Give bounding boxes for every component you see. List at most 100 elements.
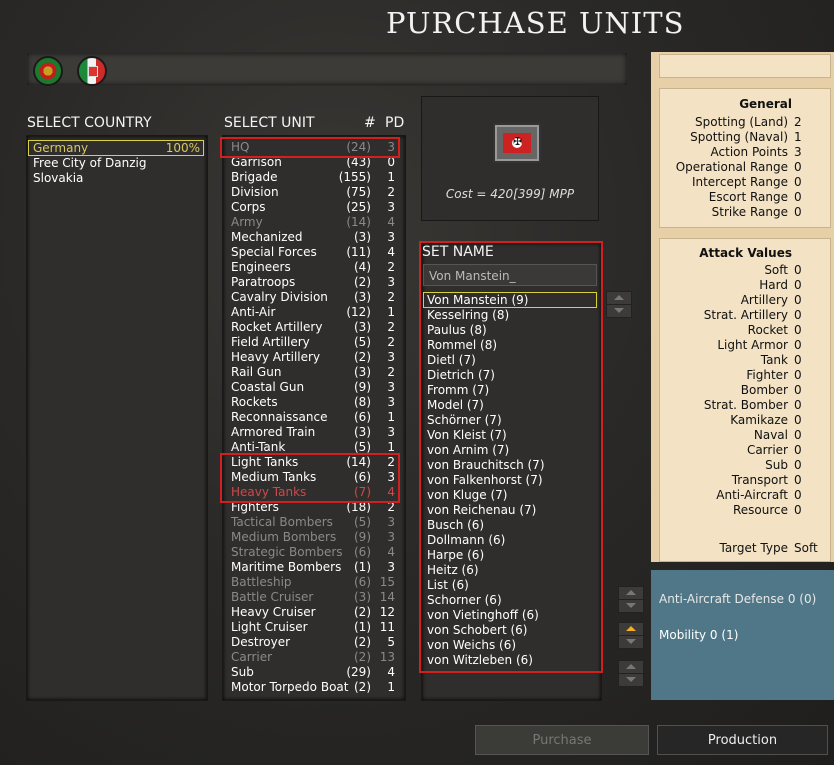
unit-pd: 1 bbox=[387, 305, 395, 319]
name-item[interactable]: Dollmann (6) bbox=[427, 533, 505, 548]
unit-name: Rockets bbox=[231, 395, 278, 409]
name-item[interactable]: Dietl (7) bbox=[427, 353, 476, 368]
unit-pd: 3 bbox=[387, 530, 395, 544]
unit-row[interactable]: Army (14) 4 bbox=[223, 215, 403, 230]
name-item[interactable]: Heitz (6) bbox=[427, 563, 479, 578]
unit-row[interactable]: Corps (25) 3 bbox=[223, 200, 403, 215]
unit-row[interactable]: Engineers (4) 2 bbox=[223, 260, 403, 275]
name-item[interactable]: Fromm (7) bbox=[427, 383, 489, 398]
general-label: Escort Range bbox=[708, 190, 788, 204]
unit-row[interactable]: Heavy Artillery (2) 3 bbox=[223, 350, 403, 365]
name-scroll-down-button[interactable] bbox=[606, 304, 632, 318]
unit-row[interactable]: Mechanized (3) 3 bbox=[223, 230, 403, 245]
hq-highlight-box bbox=[220, 137, 400, 158]
name-item[interactable]: Von Kleist (7) bbox=[427, 428, 507, 443]
unit-row[interactable]: Light Cruiser (1) 11 bbox=[223, 620, 403, 635]
unit-name: Destroyer bbox=[231, 635, 291, 649]
unit-row[interactable]: Rocket Artillery (3) 2 bbox=[223, 320, 403, 335]
unit-pd: 1 bbox=[387, 680, 395, 694]
list-up-button[interactable] bbox=[618, 660, 644, 674]
production-button[interactable]: Production bbox=[657, 725, 828, 755]
unit-name: Paratroops bbox=[231, 275, 296, 289]
attack-title: Attack Values bbox=[699, 246, 792, 260]
scroll-down-button[interactable] bbox=[618, 599, 644, 613]
name-item[interactable]: Schörner (7) bbox=[427, 413, 502, 428]
unit-row[interactable]: Reconnaissance (6) 1 bbox=[223, 410, 403, 425]
unit-row[interactable]: Cavalry Division (3) 2 bbox=[223, 290, 403, 305]
name-item[interactable]: Von Manstein (9) bbox=[427, 293, 528, 308]
unit-count: (2) bbox=[354, 650, 371, 664]
unit-row[interactable]: Carrier (2) 13 bbox=[223, 650, 403, 665]
country-item[interactable]: Slovakia bbox=[27, 171, 205, 186]
unit-row[interactable]: Division (75) 2 bbox=[223, 185, 403, 200]
attack-value: 0 bbox=[794, 383, 802, 397]
name-item[interactable]: Kesselring (8) bbox=[427, 308, 509, 323]
unit-row[interactable]: Strategic Bombers (6) 4 bbox=[223, 545, 403, 560]
unit-count: (29) bbox=[346, 665, 371, 679]
name-item[interactable]: von Witzleben (6) bbox=[427, 653, 533, 668]
attack-label: Sub bbox=[765, 458, 788, 472]
unit-row[interactable]: Tactical Bombers (5) 3 bbox=[223, 515, 403, 530]
page-up-button[interactable] bbox=[618, 622, 644, 636]
portugal-flag-icon[interactable] bbox=[33, 56, 63, 86]
unit-row[interactable]: Battleship (6) 15 bbox=[223, 575, 403, 590]
italy-flag-icon[interactable] bbox=[77, 56, 107, 86]
name-item[interactable]: von Brauchitsch (7) bbox=[427, 458, 545, 473]
country-name: Germany bbox=[33, 141, 89, 155]
general-label: Spotting (Naval) bbox=[690, 130, 788, 144]
unit-row[interactable]: Special Forces (11) 4 bbox=[223, 245, 403, 260]
name-item[interactable]: Busch (6) bbox=[427, 518, 484, 533]
set-name-input[interactable]: Von Manstein_ bbox=[423, 264, 597, 286]
name-item[interactable]: von Reichenau (7) bbox=[427, 503, 536, 518]
unit-row[interactable]: Medium Bombers (9) 3 bbox=[223, 530, 403, 545]
name-item[interactable]: von Weichs (6) bbox=[427, 638, 516, 653]
unit-pd: 5 bbox=[387, 635, 395, 649]
unit-pd: 12 bbox=[379, 605, 395, 619]
unit-row[interactable]: Sub (29) 4 bbox=[223, 665, 403, 680]
name-item[interactable]: von Falkenhorst (7) bbox=[427, 473, 543, 488]
name-item[interactable]: von Kluge (7) bbox=[427, 488, 507, 503]
country-item[interactable]: Free City of Danzig bbox=[27, 156, 205, 171]
attack-value: 0 bbox=[794, 338, 802, 352]
name-item[interactable]: Harpe (6) bbox=[427, 548, 484, 563]
unit-row[interactable]: Coastal Gun (9) 3 bbox=[223, 380, 403, 395]
name-scroll-up-button[interactable] bbox=[606, 291, 632, 305]
unit-count: (3) bbox=[354, 230, 371, 244]
name-item[interactable]: Dietrich (7) bbox=[427, 368, 495, 383]
unit-row[interactable]: Rockets (8) 3 bbox=[223, 395, 403, 410]
attack-value: 0 bbox=[794, 398, 802, 412]
country-item[interactable]: Germany 100% bbox=[27, 141, 205, 156]
unit-row[interactable]: Heavy Cruiser (2) 12 bbox=[223, 605, 403, 620]
unit-row[interactable]: Field Artillery (5) 2 bbox=[223, 335, 403, 350]
name-item[interactable]: Schorner (6) bbox=[427, 593, 502, 608]
general-value: 2 bbox=[794, 115, 802, 129]
name-item[interactable]: von Arnim (7) bbox=[427, 443, 509, 458]
attack-label: Kamikaze bbox=[730, 413, 788, 427]
scroll-up-button[interactable] bbox=[618, 586, 644, 600]
name-item[interactable]: List (6) bbox=[427, 578, 469, 593]
unit-name: Heavy Artillery bbox=[231, 350, 321, 364]
unit-row[interactable]: Armored Train (3) 3 bbox=[223, 425, 403, 440]
name-item[interactable]: Rommel (8) bbox=[427, 338, 497, 353]
name-item[interactable]: Paulus (8) bbox=[427, 323, 487, 338]
general-label: Intercept Range bbox=[691, 175, 788, 189]
unit-row[interactable]: Rail Gun (3) 2 bbox=[223, 365, 403, 380]
unit-row[interactable]: Destroyer (2) 5 bbox=[223, 635, 403, 650]
unit-pd: 3 bbox=[387, 560, 395, 574]
unit-row[interactable]: Anti-Air (12) 1 bbox=[223, 305, 403, 320]
unit-count: (3) bbox=[354, 290, 371, 304]
unit-pd: 3 bbox=[387, 230, 395, 244]
unit-row[interactable]: Maritime Bombers (1) 3 bbox=[223, 560, 403, 575]
unit-row[interactable]: Brigade (155) 1 bbox=[223, 170, 403, 185]
name-item[interactable]: Model (7) bbox=[427, 398, 484, 413]
attack-value: 0 bbox=[794, 443, 802, 457]
list-down-button[interactable] bbox=[618, 673, 644, 687]
purchase-button[interactable]: Purchase bbox=[475, 725, 649, 755]
unit-row[interactable]: Paratroops (2) 3 bbox=[223, 275, 403, 290]
unit-pd: 3 bbox=[387, 200, 395, 214]
name-item[interactable]: von Vietinghoff (6) bbox=[427, 608, 539, 623]
name-item[interactable]: von Schobert (6) bbox=[427, 623, 527, 638]
unit-row[interactable]: Battle Cruiser (3) 14 bbox=[223, 590, 403, 605]
page-down-button[interactable] bbox=[618, 635, 644, 649]
unit-row[interactable]: Motor Torpedo Boat (2) 1 bbox=[223, 680, 403, 695]
